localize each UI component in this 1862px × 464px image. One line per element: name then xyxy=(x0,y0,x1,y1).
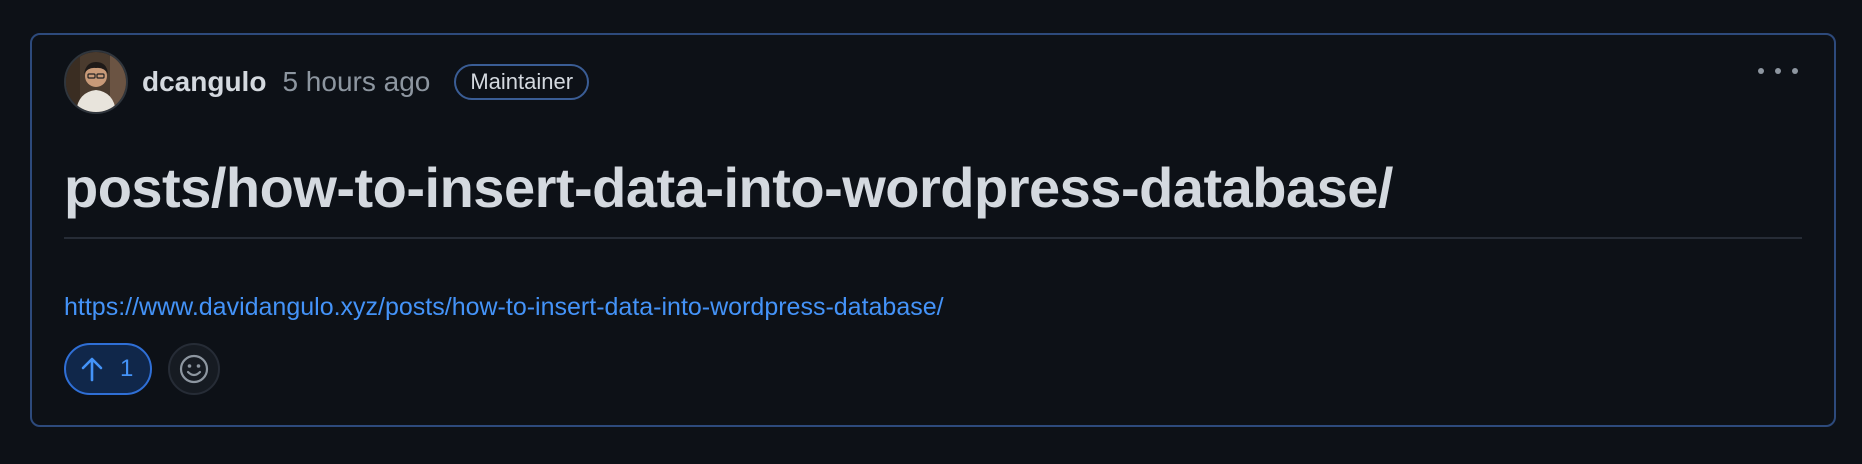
author-name[interactable]: dcangulo xyxy=(142,66,266,98)
comment-header: dcangulo 5 hours ago Maintainer xyxy=(64,49,590,115)
add-reaction-button[interactable] xyxy=(168,343,220,395)
post-link[interactable]: https://www.davidangulo.xyz/posts/how-to… xyxy=(64,293,944,322)
reactions-bar: 1 xyxy=(64,343,220,395)
smiley-icon xyxy=(179,354,209,384)
upvote-button[interactable]: 1 xyxy=(64,343,152,395)
more-dot xyxy=(1758,68,1764,74)
more-options-icon[interactable] xyxy=(1758,63,1798,79)
comment-timestamp[interactable]: 5 hours ago xyxy=(282,66,430,98)
upvote-count: 1 xyxy=(120,355,134,382)
maintainer-badge: Maintainer xyxy=(454,64,590,100)
arrow-up-icon xyxy=(81,357,103,382)
avatar[interactable] xyxy=(64,50,128,114)
title-divider xyxy=(64,237,1802,239)
more-dot xyxy=(1775,68,1781,74)
comment-title: posts/how-to-insert-data-into-wordpress-… xyxy=(64,156,1393,219)
more-dot xyxy=(1792,68,1798,74)
discussion-comment-card: dcangulo 5 hours ago Maintainer posts/ho… xyxy=(30,33,1836,427)
